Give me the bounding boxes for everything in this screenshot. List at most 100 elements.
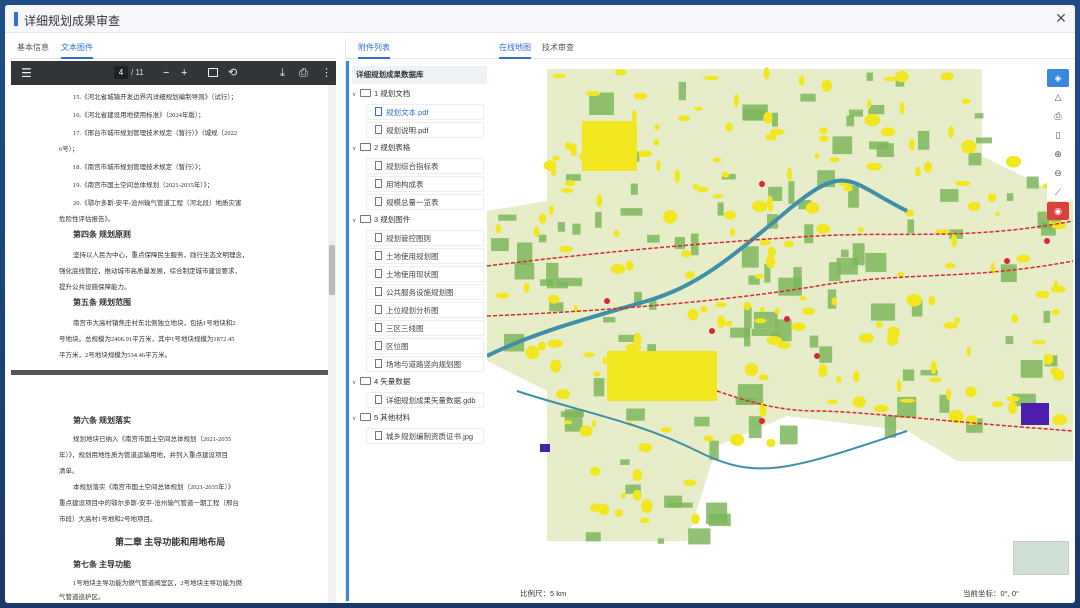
tree-file[interactable]: 区位图 <box>366 338 484 354</box>
tree-file[interactable]: 上位规划分析图 <box>366 302 484 318</box>
coord-label: 当前坐标： <box>962 589 1001 598</box>
settlement <box>767 246 776 257</box>
file-label: 规划管控图则 <box>386 234 431 243</box>
settlement <box>928 296 936 306</box>
text-line: 15.《河北省城镇开发边界内详细规划编制导则》（试行）； <box>73 94 238 101</box>
trash-icon[interactable]: ▯ <box>1047 126 1069 144</box>
text-line: 本规划落实《南宫市国土空间总体规划（2021-2035年）》 <box>73 484 235 491</box>
rotate-icon[interactable]: ⟲ <box>228 66 237 80</box>
tree-file[interactable]: 土地使用现状图 <box>366 266 484 282</box>
online-map[interactable]: ◈ △ ⎙ ▯ ⊕ ⊖ ⟋ ◉ <box>487 61 1075 581</box>
tree-file[interactable]: 三区三线图 <box>366 320 484 336</box>
vegetation-patch <box>848 109 863 117</box>
measure-icon[interactable]: ⟋ <box>1047 183 1069 201</box>
settlement <box>1043 353 1054 365</box>
settlement <box>712 157 722 163</box>
tree-file[interactable]: 规划说明.pdf <box>366 122 484 138</box>
settlement <box>987 193 997 203</box>
zoom-in-button[interactable]: + <box>181 66 187 80</box>
tree-file[interactable]: 城乡规划编制资质证书.jpg <box>366 428 484 444</box>
file-label: 土地使用规划图 <box>386 252 439 261</box>
settlement <box>591 419 597 428</box>
settlement <box>632 468 643 482</box>
tree-root[interactable]: 详细规划成果数据库 <box>352 66 488 84</box>
tree-folder[interactable]: ∨ 1 规划文档 <box>352 86 488 102</box>
tree-file[interactable]: 用地构成表 <box>366 176 484 192</box>
vegetation-patch <box>1005 336 1014 345</box>
document-panel: 基本信息 文本图件 ☰ 4 / 11 − + ⟲ ⤓ ⎙ ⋮ 15.《河北省城镇… <box>11 39 336 603</box>
tree-file[interactable]: 规划管控图则 <box>366 230 484 246</box>
pdf-viewport[interactable]: 15.《河北省城镇开发边界内详细规划编制导则》（试行）； 16.《河北省建设用地… <box>11 85 336 603</box>
vegetation-patch <box>974 113 984 119</box>
settlement <box>857 227 864 233</box>
vegetation-patch <box>630 183 638 195</box>
vegetation-patch <box>751 329 776 336</box>
tree-folder[interactable]: ∨ 4 矢量数据 <box>352 374 488 390</box>
settlement <box>990 262 996 275</box>
settlement <box>550 169 557 176</box>
poi-marker <box>814 353 820 359</box>
print-icon[interactable]: ⎙ <box>1047 107 1069 125</box>
poi-marker <box>1044 238 1050 244</box>
settlement <box>685 271 695 280</box>
vegetation-patch <box>717 202 724 216</box>
settlement <box>552 74 566 79</box>
settlement <box>683 479 697 487</box>
tree-folder[interactable]: ∨ 2 规划表格 <box>352 140 488 156</box>
map-canvas[interactable] <box>487 61 1075 581</box>
settlement <box>691 513 700 525</box>
overview-minimap[interactable] <box>1013 541 1069 575</box>
text-line: 18.《南宫市城市规划管理技术规定（暂行）》； <box>73 164 205 171</box>
tree-file[interactable]: 场地与道路竖向规划图 <box>366 356 484 372</box>
zoom-in-icon[interactable]: ⊕ <box>1047 145 1069 163</box>
tab-attachments[interactable]: 附件列表 <box>358 42 390 59</box>
more-options-icon[interactable]: ⋮ <box>321 66 332 80</box>
menu-icon[interactable]: ☰ <box>21 66 32 80</box>
settlement <box>766 336 782 346</box>
settlement <box>725 320 733 327</box>
location-icon[interactable]: ◉ <box>1047 202 1069 220</box>
tree-file[interactable]: 详细规划成果矢量数据.gdb <box>366 392 484 408</box>
page-total: / 11 <box>131 68 144 77</box>
tab-technical-review[interactable]: 技术审查 <box>542 42 574 57</box>
settlement <box>1050 285 1066 293</box>
tree-file[interactable]: 规模总量一览表 <box>366 194 484 210</box>
tree-file[interactable]: 土地使用规划图 <box>366 248 484 264</box>
close-icon[interactable]: ✕ <box>1053 10 1069 26</box>
settlement <box>589 503 603 512</box>
tab-text-figures[interactable]: 文本图件 <box>61 42 93 59</box>
file-icon <box>375 233 382 242</box>
pdf-scrollbar[interactable] <box>328 85 336 603</box>
layers-icon[interactable]: ◈ <box>1047 69 1069 87</box>
print-icon[interactable]: ⎙ <box>299 66 308 80</box>
tab-basic-info[interactable]: 基本信息 <box>17 42 49 57</box>
urban-core <box>607 351 717 401</box>
zoom-out-icon[interactable]: ⊖ <box>1047 164 1069 182</box>
text-line: 平方米，2号地块规模为534.46平方米。 <box>59 352 172 359</box>
tree-file[interactable]: 规划综合指标表 <box>366 158 484 174</box>
tree-folder[interactable]: ∨ 5 其他材料 <box>352 410 488 426</box>
settlement <box>754 273 764 279</box>
page-number-input[interactable]: 4 <box>114 66 128 79</box>
tab-online-map[interactable]: 在线地图 <box>499 42 531 59</box>
tree-file[interactable]: 公共服务设施规划图 <box>366 284 484 300</box>
vegetation-patch <box>674 237 686 250</box>
settlement <box>614 69 627 76</box>
settlement <box>923 161 933 173</box>
settlement <box>700 305 708 313</box>
tree-file[interactable]: 规划文本.pdf <box>366 104 484 120</box>
settlement <box>905 209 915 217</box>
settlement <box>565 179 576 187</box>
settlement <box>1016 254 1031 263</box>
tree-folder[interactable]: ∨ 3 规划图件 <box>352 212 488 228</box>
settlement <box>1008 401 1018 415</box>
settlement <box>961 139 977 154</box>
vegetation-patch <box>593 378 605 397</box>
download-icon[interactable]: ⤓ <box>280 66 285 80</box>
settlement <box>596 194 603 207</box>
bell-icon[interactable]: △ <box>1047 88 1069 106</box>
scroll-thumb[interactable] <box>329 245 335 295</box>
zoom-out-button[interactable]: − <box>163 66 169 80</box>
settlement <box>687 308 699 321</box>
fit-page-icon[interactable] <box>208 68 218 77</box>
